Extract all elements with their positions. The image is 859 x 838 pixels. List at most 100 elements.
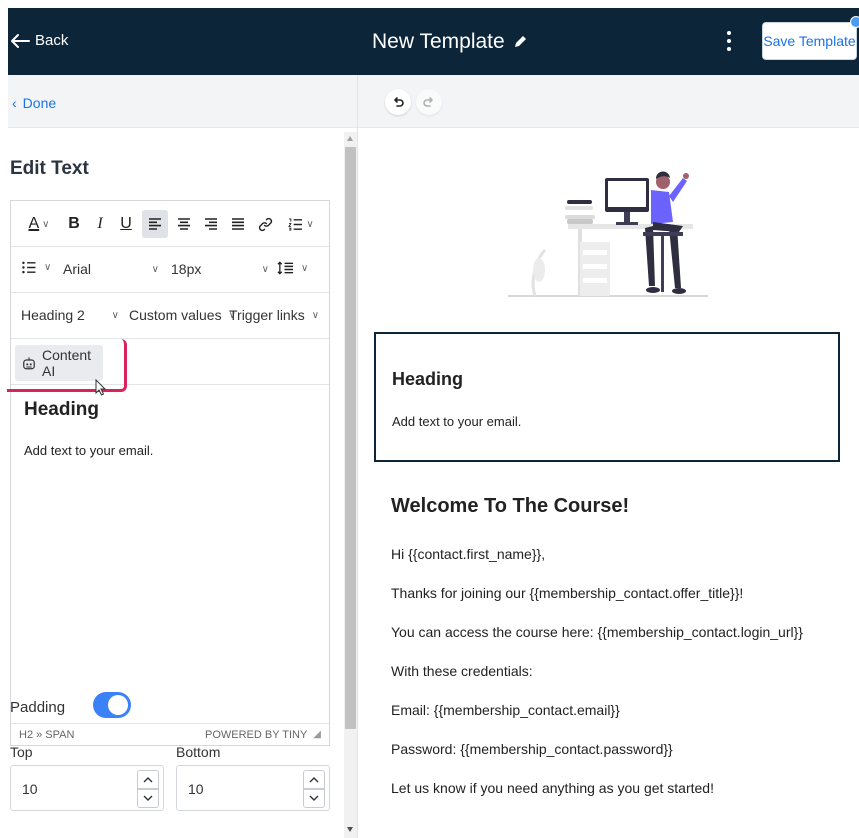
chevron-down-icon: ∨ (111, 309, 119, 321)
font-size-value: 18px (171, 261, 202, 277)
top-bar: Back New Template Save Template (8, 8, 859, 75)
course-line[interactable]: With these credentials: (391, 663, 851, 679)
block-format-value: Heading 2 (21, 307, 85, 323)
custom-values-label: Custom values (129, 307, 222, 323)
trigger-links-menu[interactable]: Trigger links ∨ (229, 307, 319, 323)
scroll-up-arrow-icon[interactable] (347, 136, 353, 141)
course-line[interactable]: Thanks for joining our {{membership_cont… (391, 585, 851, 601)
course-line[interactable]: Hi {{contact.first_name}}, (391, 546, 851, 562)
course-line[interactable]: Password: {{membership_contact.password}… (391, 741, 851, 757)
padding-bottom-label: Bottom (176, 744, 221, 760)
bold-icon[interactable]: B (63, 210, 85, 238)
workspace-illustration (508, 171, 708, 297)
toolbar-row-formatting: A ∨ B I U ∨ (11, 201, 329, 247)
align-right-icon[interactable] (199, 210, 223, 238)
powered-by-label[interactable]: POWERED BY TINY (205, 729, 307, 741)
font-family-select[interactable]: Arial ∨ (63, 261, 159, 277)
block-format-select[interactable]: Heading 2 ∨ (21, 307, 119, 323)
course-text-block[interactable]: Welcome To The Course! Hi {{contact.firs… (391, 495, 851, 796)
toolbar-row-font: ∨ Arial ∨ 18px ∨ ∨ (11, 247, 329, 293)
padding-bottom-decrement[interactable] (303, 789, 325, 808)
text-color-button[interactable]: A ∨ (19, 210, 59, 238)
selected-text-block[interactable]: Heading Add text to your email. (374, 332, 840, 462)
line-height-button[interactable]: ∨ (277, 261, 308, 275)
bullet-list-button[interactable]: ∨ (21, 261, 51, 274)
custom-values-menu[interactable]: Custom values ∨ (129, 307, 236, 323)
chevron-up-icon (143, 777, 153, 783)
content-ai-button[interactable]: Content AI (15, 345, 103, 381)
history-bar (358, 75, 859, 128)
chevron-up-icon (309, 777, 319, 783)
numbered-list-icon (288, 217, 303, 231)
scroll-down-arrow-icon[interactable] (347, 827, 353, 832)
course-heading[interactable]: Welcome To The Course! (391, 495, 851, 518)
padding-top-increment[interactable] (137, 770, 159, 789)
italic-icon[interactable]: I (89, 210, 111, 238)
chevron-down-icon: ∨ (261, 263, 269, 275)
editor-content[interactable]: Heading Add text to your email. (11, 385, 329, 725)
save-template-button[interactable]: Save Template (762, 16, 859, 60)
underline-icon[interactable]: U (115, 210, 137, 238)
toggle-knob (108, 695, 128, 715)
chevron-left-icon: ‹ (12, 95, 17, 111)
template-title-text: New Template (372, 30, 505, 53)
align-left-icon[interactable] (142, 210, 168, 238)
preview-block-text[interactable]: Add text to your email. (392, 414, 521, 429)
done-label: Done (22, 95, 57, 111)
section-title: Edit Text (10, 158, 89, 179)
padding-top-decrement[interactable] (137, 789, 159, 808)
text-editor: A ∨ B I U ∨ ∨ Arial ∨ 18px ∨ ∨ Heading 2… (7, 200, 330, 746)
align-center-icon[interactable] (172, 210, 196, 238)
preview-block-heading[interactable]: Heading (392, 369, 463, 390)
redo-button[interactable] (416, 89, 442, 115)
edit-panel: ‹ Done Edit Text A ∨ B I U ∨ ∨ Arial ∨ 1… (7, 75, 358, 838)
link-icon[interactable] (254, 210, 276, 238)
scroll-thumb[interactable] (345, 147, 356, 729)
done-bar: ‹ Done (8, 75, 357, 128)
chevron-down-icon (309, 795, 319, 801)
course-line[interactable]: You can access the course here: {{member… (391, 624, 851, 640)
save-template-label: Save Template (763, 33, 856, 49)
content-ai-label: Content AI (42, 347, 92, 379)
padding-bottom-value[interactable]: 10 (188, 781, 204, 797)
element-path[interactable]: H2 » SPAN (19, 729, 74, 741)
padding-top-stepper[interactable]: 10 (10, 765, 164, 811)
course-line[interactable]: Email: {{membership_contact.email}} (391, 702, 851, 718)
course-line[interactable]: Let us know if you need anything as you … (391, 780, 851, 796)
padding-bottom-stepper[interactable]: 10 (176, 765, 330, 811)
robot-icon (23, 356, 35, 369)
pencil-icon[interactable] (513, 35, 527, 49)
padding-label: Padding (10, 699, 66, 716)
email-preview: Heading Add text to your email. Welcome … (358, 75, 859, 838)
back-button[interactable]: Back (10, 32, 68, 49)
resize-handle-icon[interactable]: ◢ (313, 729, 321, 740)
text-color-icon: A (28, 215, 40, 232)
toolbar-row-blocks: Heading 2 ∨ Custom values ∨ Trigger links ∨ (11, 293, 329, 339)
template-title[interactable]: New Template (372, 30, 527, 54)
notification-dot (850, 16, 859, 28)
line-height-icon (277, 261, 294, 275)
editor-heading[interactable]: Heading (24, 399, 316, 421)
trigger-links-label: Trigger links (229, 307, 305, 323)
scrollbar[interactable] (344, 132, 357, 838)
bullet-list-icon (22, 261, 36, 274)
undo-button[interactable] (385, 89, 411, 115)
toolbar-row-ai: Content AI (7, 339, 329, 396)
align-justify-icon[interactable] (226, 210, 250, 238)
numbered-list-button[interactable]: ∨ (281, 210, 321, 238)
padding-toggle[interactable] (93, 692, 131, 718)
padding-top-value[interactable]: 10 (22, 781, 38, 797)
font-family-value: Arial (63, 261, 92, 277)
chevron-down-icon: ∨ (311, 309, 320, 321)
padding-bottom-increment[interactable] (303, 770, 325, 789)
more-options-icon[interactable] (724, 28, 734, 54)
undo-icon (394, 97, 404, 107)
arrow-left-icon (11, 33, 30, 48)
font-size-select[interactable]: 18px ∨ (171, 261, 269, 277)
chevron-down-icon: ∨ (151, 263, 159, 275)
padding-top-label: Top (10, 744, 33, 760)
chevron-down-icon (143, 795, 153, 801)
editor-paragraph[interactable]: Add text to your email. (24, 443, 316, 458)
back-label: Back (35, 32, 69, 49)
done-button[interactable]: ‹ Done (12, 95, 56, 111)
